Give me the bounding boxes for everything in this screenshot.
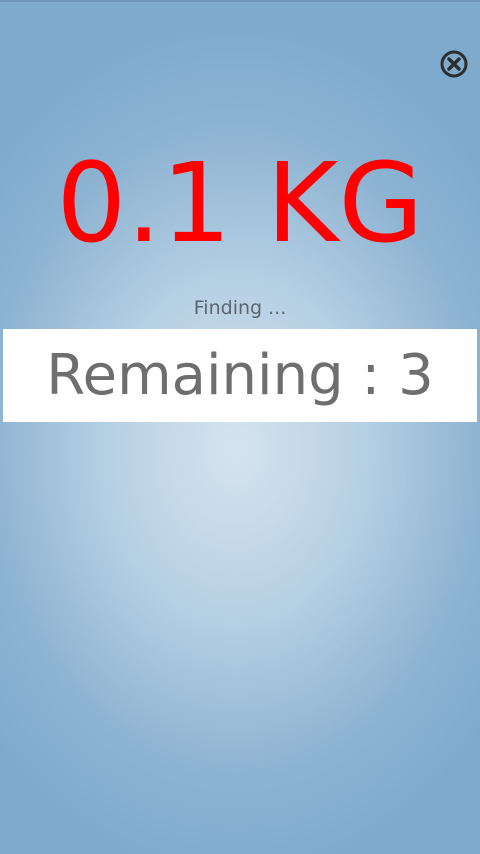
close-circle-icon xyxy=(440,50,468,78)
status-text: Finding ... xyxy=(193,297,287,319)
weight-readout: 0.1 KG xyxy=(56,139,424,267)
remaining-panel: Remaining : 3 xyxy=(3,329,477,422)
close-button[interactable] xyxy=(440,50,468,78)
top-divider xyxy=(0,0,480,2)
remaining-label: Remaining : 3 xyxy=(46,343,434,408)
